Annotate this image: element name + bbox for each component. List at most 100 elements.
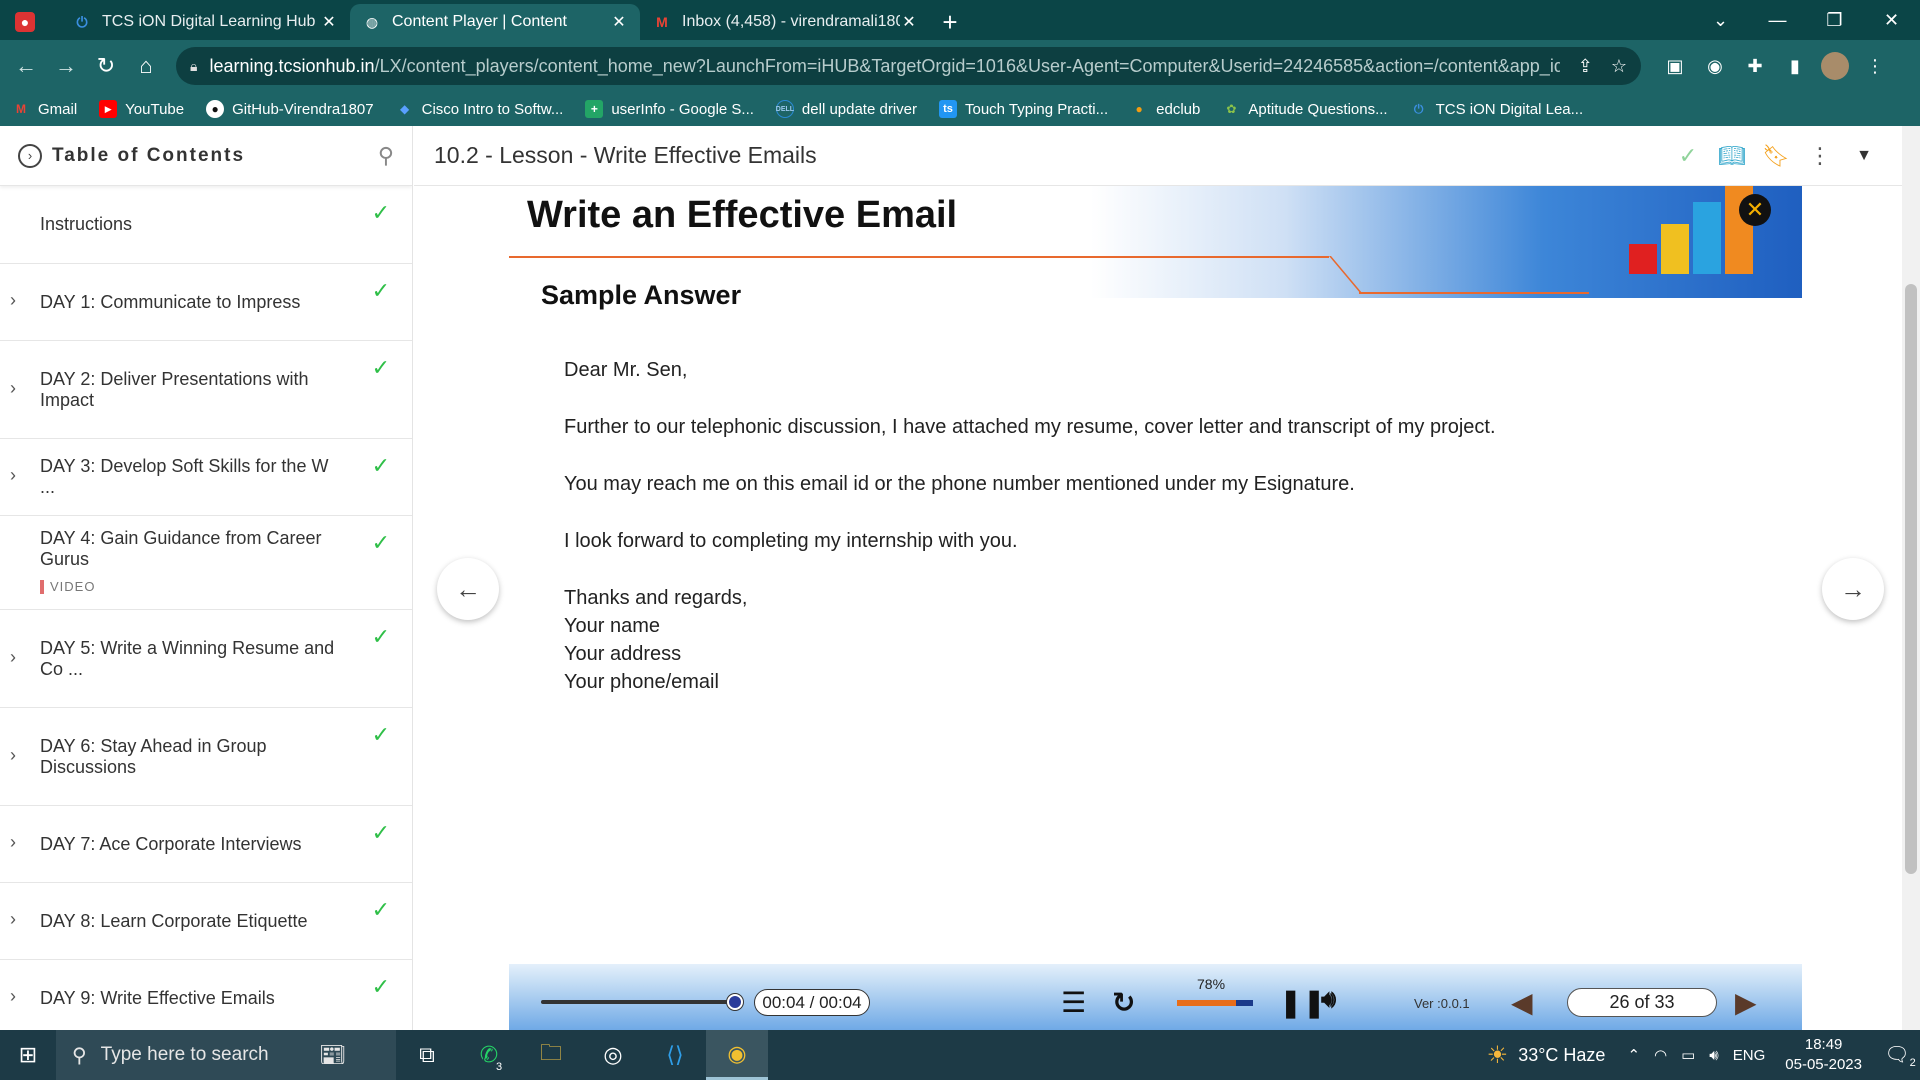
speaker-icon[interactable]: 🔊︎ xyxy=(1321,986,1336,1014)
close-icon[interactable]: ✕ xyxy=(1739,194,1771,226)
bookmark-tcs-ion[interactable]: ⏻ TCS iON Digital Lea... xyxy=(1410,100,1583,118)
list-icon[interactable]: ☰ xyxy=(1061,986,1086,1019)
seek-handle[interactable] xyxy=(727,994,743,1010)
chevron-right-icon[interactable]: › xyxy=(10,832,16,853)
bookmark-cisco[interactable]: ◆ Cisco Intro to Softw... xyxy=(396,100,563,118)
wifi-icon[interactable]: ◠ xyxy=(1654,1046,1667,1064)
side-panel-icon[interactable]: ▮ xyxy=(1775,46,1815,86)
completed-check-icon[interactable]: ✓ xyxy=(1666,143,1710,169)
home-button[interactable]: ⌂ xyxy=(126,46,166,86)
back-button[interactable]: ← xyxy=(6,46,46,86)
close-icon[interactable]: ✕ xyxy=(320,12,338,32)
scrollbar-thumb[interactable] xyxy=(1905,284,1917,874)
task-view-icon[interactable]: ⧉ xyxy=(396,1030,458,1080)
toc-toggle-icon[interactable]: › xyxy=(18,143,42,168)
toc-item-day-4[interactable]: DAY 4: Gain Guidance from Career Gurus V… xyxy=(0,516,412,610)
bookmark-youtube[interactable]: ▶ YouTube xyxy=(99,100,184,118)
email-greeting: Dear Mr. Sen, xyxy=(564,359,688,381)
toc-item-label: DAY 7: Ace Corporate Interviews xyxy=(40,833,302,854)
chevron-right-icon[interactable]: › xyxy=(10,986,16,1007)
page-scrollbar[interactable] xyxy=(1902,126,1920,1030)
toc-item-instructions[interactable]: Instructions ✓ xyxy=(0,186,412,264)
tray-chevron-icon[interactable]: ⌃ xyxy=(1627,1046,1640,1064)
profile-avatar[interactable] xyxy=(1815,46,1855,86)
chevron-right-icon[interactable]: › xyxy=(10,745,16,766)
tab-content-player[interactable]: ◍ Content Player | Content ✕ xyxy=(350,4,640,40)
banner-title: Write an Effective Email xyxy=(527,194,958,236)
windows-start-icon[interactable]: ⊞ xyxy=(0,1030,56,1080)
toc-item-day-5[interactable]: › DAY 5: Write a Winning Resume and Co .… xyxy=(0,610,412,708)
minimize-button[interactable]: — xyxy=(1749,0,1806,40)
bookmark-dell[interactable]: DELL dell update driver xyxy=(776,100,917,118)
email-paragraph: Further to our telephonic discussion, I … xyxy=(564,416,1496,438)
chevron-down-icon[interactable]: ▼ xyxy=(1842,147,1886,165)
bookmark-gmail[interactable]: M Gmail xyxy=(12,100,77,118)
vscode-icon[interactable]: ⟨⟩ xyxy=(644,1030,706,1080)
bookmark-icon[interactable]: 🔖︎ xyxy=(1754,143,1798,169)
volume-icon[interactable]: 🔊︎ xyxy=(1709,1047,1718,1064)
reload-button[interactable]: ↻ xyxy=(86,46,126,86)
cast-icon[interactable]: ▣ xyxy=(1655,46,1695,86)
previous-slide-button[interactable]: ← xyxy=(437,558,499,620)
star-icon[interactable]: ☆ xyxy=(1611,56,1627,77)
chrome-icon[interactable]: ◉ xyxy=(706,1030,768,1080)
file-explorer-icon[interactable]: 🗀︎ xyxy=(520,1030,582,1080)
tab-gmail-inbox[interactable]: M Inbox (4,458) - virendramali1807 ✕ xyxy=(640,4,930,40)
new-tab-button[interactable]: + xyxy=(930,4,970,40)
whatsapp-icon[interactable]: ✆ 3 xyxy=(458,1030,520,1080)
close-icon[interactable]: ✕ xyxy=(900,12,918,32)
shield-icon: ● xyxy=(15,12,35,32)
weather-widget[interactable]: ☀ 33°C Haze xyxy=(1487,1041,1606,1070)
more-options-icon[interactable]: ⋮ xyxy=(1798,143,1842,169)
table-of-contents-panel: › Table of Contents ⚲ Instructions ✓ › D… xyxy=(0,126,413,1030)
toc-item-day-8[interactable]: › DAY 8: Learn Corporate Etiquette ✓ xyxy=(0,883,412,960)
toc-item-day-1[interactable]: › DAY 1: Communicate to Impress ✓ xyxy=(0,264,412,341)
toc-item-day-7[interactable]: › DAY 7: Ace Corporate Interviews ✓ xyxy=(0,806,412,883)
volume-slider[interactable] xyxy=(1177,1000,1253,1006)
toc-item-day-2[interactable]: › DAY 2: Deliver Presentations with Impa… xyxy=(0,341,412,439)
search-icon[interactable]: ⚲ xyxy=(378,143,394,169)
extension-tab[interactable]: ● xyxy=(0,4,60,40)
previous-page-icon[interactable]: ◀ xyxy=(1511,986,1533,1019)
extension-owl-icon[interactable]: ◉ xyxy=(1695,46,1735,86)
share-icon[interactable]: ⇪ xyxy=(1578,56,1593,77)
check-icon: ✓ xyxy=(371,820,390,845)
close-icon[interactable]: ✕ xyxy=(610,12,628,32)
next-page-icon[interactable]: ▶ xyxy=(1735,986,1757,1019)
pause-icon[interactable]: ❚❚ xyxy=(1279,986,1326,1019)
tab-tcs-ion-hub[interactable]: ⏻ TCS iON Digital Learning Hub ✕ xyxy=(60,4,350,40)
book-icon[interactable]: 📖︎ xyxy=(1710,143,1754,169)
lock-icon[interactable]: 🔒︎ xyxy=(190,58,197,75)
toc-item-day-3[interactable]: › DAY 3: Develop Soft Skills for the W .… xyxy=(0,439,412,516)
language-indicator[interactable]: ENG xyxy=(1733,1047,1766,1064)
chevron-right-icon[interactable]: › xyxy=(10,378,16,399)
menu-dots-icon[interactable]: ⋮ xyxy=(1855,46,1895,86)
bookmark-edclub[interactable]: ● edclub xyxy=(1130,100,1201,118)
bookmark-github[interactable]: ● GitHub-Virendra1807 xyxy=(206,100,374,118)
next-slide-button[interactable]: → xyxy=(1822,558,1884,620)
close-window-button[interactable]: ✕ xyxy=(1863,0,1920,40)
media-player-icon[interactable]: ◎ xyxy=(582,1030,644,1080)
bookmark-touch-typing[interactable]: ts Touch Typing Practi... xyxy=(939,100,1108,118)
taskbar-search-box[interactable]: ⚲ Type here to search 📰︎ xyxy=(56,1030,396,1080)
check-icon: ✓ xyxy=(371,897,390,922)
bookmark-google-sheets[interactable]: + userInfo - Google S... xyxy=(585,100,754,118)
toc-item-day-6[interactable]: › DAY 6: Stay Ahead in Group Discussions… xyxy=(0,708,412,806)
battery-icon[interactable]: ▭ xyxy=(1681,1046,1695,1064)
tab-search-icon[interactable]: ⌄ xyxy=(1692,0,1749,40)
replay-icon[interactable]: ↻ xyxy=(1112,986,1135,1019)
forward-button[interactable]: → xyxy=(46,46,86,86)
clock[interactable]: 18:49 05-05-2023 xyxy=(1785,1035,1862,1075)
toc-item-day-9[interactable]: › DAY 9: Write Effective Emails ✓ xyxy=(0,960,412,1030)
puzzle-icon[interactable]: ✚ xyxy=(1735,46,1775,86)
seek-bar[interactable] xyxy=(541,1000,737,1004)
player-control-bar: 00:04 / 00:04 ☰ ↻ 78% ❚❚ 🔊︎ Ver :0.0.1 ◀… xyxy=(509,964,1802,1030)
notification-icon[interactable]: 🗨︎2 xyxy=(1880,1042,1920,1069)
address-bar[interactable]: 🔒︎ learning.tcsionhub.in/LX/content_play… xyxy=(176,47,1641,85)
chevron-right-icon[interactable]: › xyxy=(10,909,16,930)
chevron-right-icon[interactable]: › xyxy=(10,465,16,486)
bookmark-aptitude[interactable]: ✿ Aptitude Questions... xyxy=(1222,100,1387,118)
restore-button[interactable]: ❐ xyxy=(1806,0,1863,40)
chevron-right-icon[interactable]: › xyxy=(10,290,16,311)
chevron-right-icon[interactable]: › xyxy=(10,647,16,668)
